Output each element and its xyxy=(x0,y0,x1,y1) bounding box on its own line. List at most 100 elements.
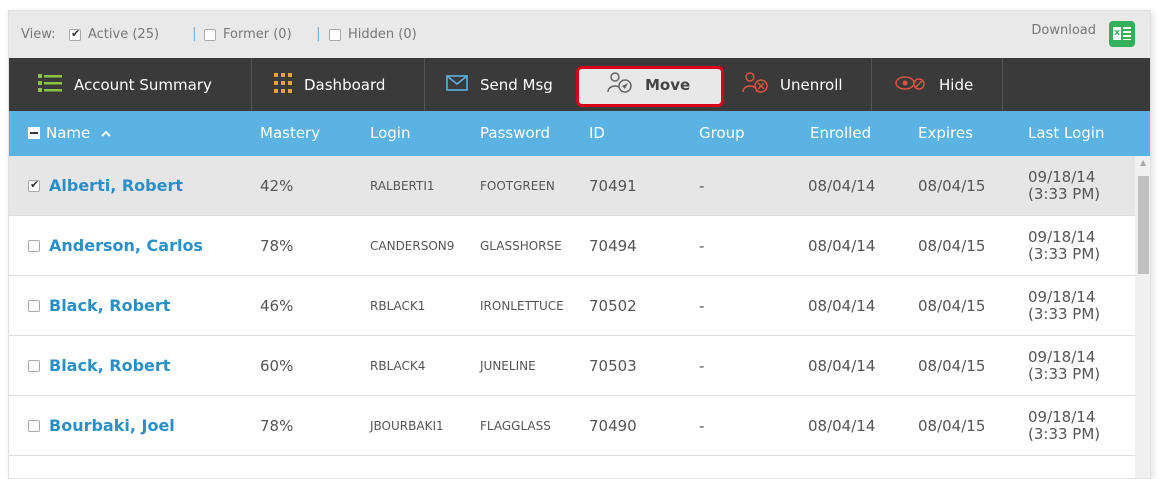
id-cell: 70502 xyxy=(589,297,637,315)
scrollbar-thumb[interactable] xyxy=(1138,176,1149,274)
view-label: View: xyxy=(21,27,56,42)
id-cell: 70491 xyxy=(589,177,637,195)
table-row[interactable]: Alberti, Robert 42% RALBERTI1 FOOTGREEN … xyxy=(9,156,1135,216)
group-cell: - xyxy=(699,237,705,255)
last-login-date: 09/18/14 xyxy=(1028,348,1096,366)
login-cell: RBLACK1 xyxy=(370,299,426,313)
former-checkbox[interactable] xyxy=(204,29,216,41)
student-name-link[interactable]: Anderson, Carlos xyxy=(49,216,203,276)
hidden-checkbox[interactable] xyxy=(329,29,341,41)
move-label: Move xyxy=(645,75,691,94)
scroll-up-arrow-icon[interactable]: ▲ xyxy=(1140,158,1146,167)
account-summary-button[interactable]: Account Summary xyxy=(38,58,212,111)
row-checkbox[interactable] xyxy=(28,178,40,192)
enrolled-cell: 08/04/14 xyxy=(808,417,876,435)
send-msg-label: Send Msg xyxy=(480,75,553,94)
toolbar-divider xyxy=(871,58,872,111)
column-header-last-login[interactable]: Last Login xyxy=(1028,111,1104,156)
login-cell: JBOURBAKI1 xyxy=(370,419,444,433)
enrolled-cell: 08/04/14 xyxy=(808,177,876,195)
login-cell: RBLACK4 xyxy=(370,359,426,373)
group-cell: - xyxy=(699,177,705,195)
last-login-date: 09/18/14 xyxy=(1028,228,1096,246)
unenroll-button[interactable]: Unenroll xyxy=(742,58,843,111)
row-checkbox[interactable] xyxy=(28,420,40,432)
excel-grid-glyph xyxy=(1123,27,1131,40)
password-cell: IRONLETTUCE xyxy=(480,299,564,313)
mastery-cell: 60% xyxy=(260,357,294,375)
row-checkbox[interactable] xyxy=(28,360,40,372)
toolbar-divider xyxy=(251,58,252,111)
student-name-link[interactable]: Black, Robert xyxy=(49,276,170,336)
last-login-time: (3:33 PM) xyxy=(1028,425,1101,443)
table-body: Alberti, Robert 42% RALBERTI1 FOOTGREEN … xyxy=(9,156,1135,478)
login-cell: CANDERSON9 xyxy=(370,239,455,253)
unenroll-person-icon xyxy=(742,71,768,98)
download-label[interactable]: Download xyxy=(1031,23,1096,38)
column-header-login[interactable]: Login xyxy=(370,111,410,156)
last-login-date: 09/18/14 xyxy=(1028,408,1096,426)
login-cell: RALBERTI1 xyxy=(370,179,435,193)
row-checkbox[interactable] xyxy=(28,300,40,312)
last-login-time: (3:33 PM) xyxy=(1028,185,1101,203)
hide-label: Hide xyxy=(939,75,974,94)
column-header-name[interactable]: Name xyxy=(28,111,111,156)
column-header-expires[interactable]: Expires xyxy=(918,111,973,156)
student-name-link[interactable]: Alberti, Robert xyxy=(49,156,183,216)
column-header-enrolled[interactable]: Enrolled xyxy=(810,111,871,156)
toolbar-divider xyxy=(1002,58,1003,111)
send-msg-button[interactable]: Send Msg xyxy=(446,58,553,111)
row-checkbox[interactable] xyxy=(28,240,40,252)
last-login-cell: 09/18/14 (3:33 PM) xyxy=(1028,156,1100,216)
password-cell: FLAGGLASS xyxy=(480,419,551,433)
column-header-group[interactable]: Group xyxy=(699,111,745,156)
last-login-cell: 09/18/14 (3:33 PM) xyxy=(1028,336,1100,396)
table-row[interactable]: Bourbaki, Joel 78% JBOURBAKI1 FLAGGLASS … xyxy=(9,396,1135,456)
envelope-icon xyxy=(446,74,468,95)
mastery-cell: 46% xyxy=(260,297,294,315)
hidden-filter-label[interactable]: Hidden (0) xyxy=(348,27,417,42)
enrolled-cell: 08/04/14 xyxy=(808,357,876,375)
dashboard-button[interactable]: Dashboard xyxy=(274,58,385,111)
table-header: Name Mastery Login Password ID Group Enr… xyxy=(9,111,1150,156)
sort-ascending-icon xyxy=(101,110,111,155)
group-cell: - xyxy=(699,417,705,435)
expires-cell: 08/04/15 xyxy=(918,357,986,375)
filter-separator: | xyxy=(192,26,197,42)
excel-download-icon[interactable]: x xyxy=(1109,21,1135,47)
active-checkbox[interactable] xyxy=(69,27,81,41)
table-row[interactable]: Anderson, Carlos 78% CANDERSON9 GLASSHOR… xyxy=(9,216,1135,276)
group-cell: - xyxy=(699,297,705,315)
table-row[interactable]: Black, Robert 46% RBLACK1 IRONLETTUCE 70… xyxy=(9,276,1135,336)
vertical-scrollbar[interactable]: ▲ xyxy=(1135,156,1150,478)
id-cell: 70503 xyxy=(589,357,637,375)
expires-cell: 08/04/15 xyxy=(918,177,986,195)
group-cell: - xyxy=(699,357,705,375)
last-login-date: 09/18/14 xyxy=(1028,168,1096,186)
last-login-cell: 09/18/14 (3:33 PM) xyxy=(1028,396,1100,456)
deselect-all-checkbox[interactable] xyxy=(28,127,40,139)
column-header-password[interactable]: Password xyxy=(480,111,550,156)
toolbar-divider xyxy=(424,58,425,111)
active-filter-label[interactable]: Active (25) xyxy=(88,27,159,42)
student-name-link[interactable]: Bourbaki, Joel xyxy=(49,396,175,456)
password-cell: JUNELINE xyxy=(480,359,536,373)
table-row[interactable]: Black, Robert 60% RBLACK4 JUNELINE 70503… xyxy=(9,336,1135,396)
move-button[interactable]: Move xyxy=(607,58,690,111)
column-header-id[interactable]: ID xyxy=(589,111,605,156)
password-cell: GLASSHORSE xyxy=(480,239,562,253)
enrolled-cell: 08/04/14 xyxy=(808,297,876,315)
former-filter-label[interactable]: Former (0) xyxy=(223,27,292,42)
enrolled-cell: 08/04/14 xyxy=(808,237,876,255)
column-header-mastery[interactable]: Mastery xyxy=(260,111,320,156)
dashboard-grid-icon xyxy=(274,72,292,97)
student-name-link[interactable]: Black, Robert xyxy=(49,336,170,396)
expires-cell: 08/04/15 xyxy=(918,237,986,255)
hide-button[interactable]: Hide xyxy=(895,58,973,111)
name-header-label: Name xyxy=(46,124,91,142)
excel-letter: x xyxy=(1113,27,1121,40)
id-cell: 70494 xyxy=(589,237,637,255)
last-login-time: (3:33 PM) xyxy=(1028,305,1101,323)
expires-cell: 08/04/15 xyxy=(918,297,986,315)
password-cell: FOOTGREEN xyxy=(480,179,555,193)
